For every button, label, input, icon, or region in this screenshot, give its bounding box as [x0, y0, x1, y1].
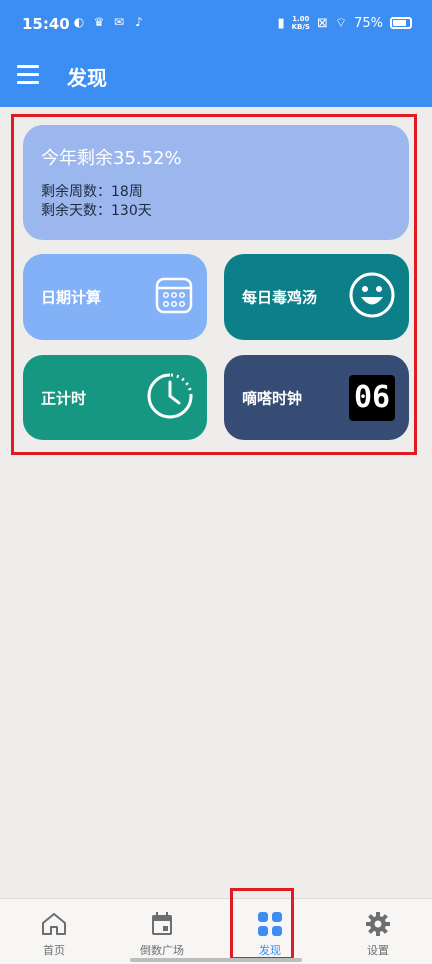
battery-icon: [390, 17, 412, 29]
tiktok-icon: ♪: [135, 15, 143, 29]
nav-home[interactable]: 首页: [0, 899, 108, 964]
net-speed-value: 1.00: [292, 15, 310, 23]
calendar-icon: [155, 276, 193, 318]
nav-settings[interactable]: 设置: [324, 899, 432, 964]
home-icon: [42, 913, 66, 935]
system-icons: ▮ 1.00 KB/S ⊠ ⌔ 75%: [277, 15, 412, 31]
tile-label: 每日毒鸡汤: [242, 288, 318, 307]
days-remaining: 剩余天数：130天: [41, 203, 152, 219]
date-calculator-tile[interactable]: 日期计算: [23, 254, 207, 340]
vibrate-icon: ▮: [277, 15, 285, 31]
bottom-navigation: 首页 倒数广场 发现 设置: [0, 898, 432, 964]
nav-label: 倒数广场: [140, 944, 184, 957]
mail-icon: ✉: [113, 15, 125, 29]
page-title: 发现: [67, 66, 107, 90]
menu-icon[interactable]: [17, 64, 39, 86]
flip-clock-tile[interactable]: 嘀嗒时钟 06: [224, 355, 409, 440]
tile-label: 嘀嗒时钟: [242, 389, 303, 407]
weeks-remaining: 剩余周数：18周: [41, 184, 143, 200]
notification-icons: ◐ ♛ ✉ ♪: [72, 15, 146, 29]
status-bar: 15:40 ◐ ♛ ✉ ♪ ▮ 1.00 KB/S ⊠ ⌔ 75%: [0, 0, 432, 52]
flip-clock-icon: 06: [349, 374, 395, 421]
year-progress-card: 今年剩余35.52% 剩余周数：18周 剩余天数：130天: [23, 125, 409, 240]
sim-icon: ⊠: [316, 15, 328, 31]
calendar-icon: [152, 912, 172, 935]
highlight-box: [230, 888, 294, 960]
app-header: 15:40 ◐ ♛ ✉ ♪ ▮ 1.00 KB/S ⊠ ⌔ 75% 发现: [0, 0, 432, 107]
stopwatch-tile[interactable]: 正计时: [23, 355, 207, 440]
crown-icon: ♛: [93, 15, 105, 29]
battery-percent: 75%: [354, 15, 383, 31]
smiley-icon: [349, 272, 395, 322]
nav-countdown-square[interactable]: 倒数广场: [108, 899, 216, 964]
app-notification-icon: ◐: [73, 15, 85, 29]
net-speed-unit: KB/S: [291, 23, 310, 31]
gear-icon: [366, 912, 390, 936]
tile-label: 正计时: [41, 389, 87, 407]
wifi-icon: ⌔: [334, 16, 348, 31]
nav-label: 设置: [367, 944, 389, 957]
stopwatch-icon: [147, 373, 193, 423]
status-time: 15:40: [22, 15, 70, 33]
network-speed: 1.00 KB/S: [292, 15, 310, 31]
year-remaining-percent: 今年剩余35.52%: [41, 148, 182, 169]
daily-quote-tile[interactable]: 每日毒鸡汤: [224, 254, 409, 340]
tile-label: 日期计算: [41, 288, 102, 307]
nav-label: 首页: [43, 944, 65, 957]
home-indicator[interactable]: [130, 958, 302, 962]
